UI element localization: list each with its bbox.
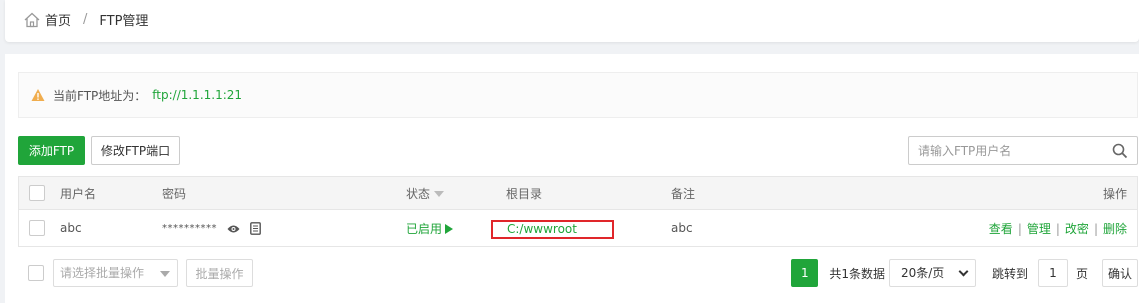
breadcrumb-separator: /	[83, 12, 88, 27]
eye-icon[interactable]	[227, 224, 240, 234]
row-actions: 查看 | 管理 | 改密 | 删除	[988, 221, 1127, 236]
row-root-path[interactable]: C:/wwwroot	[491, 220, 614, 239]
batch-select-placeholder: 请选择批量操作	[60, 266, 145, 280]
row-checkbox[interactable]	[29, 220, 45, 236]
header-ops: 操作	[1102, 186, 1127, 201]
search-input[interactable]	[909, 137, 1112, 164]
jump-page-input[interactable]: 1	[1037, 259, 1068, 287]
breadcrumb-current: FTP管理	[99, 14, 149, 29]
table-row: abc ********** 已启用 C:/wwwroot abc 查看 | 管理 |…	[19, 210, 1137, 246]
edit-ftp-port-button[interactable]: 修改FTP端口	[91, 136, 180, 165]
batch-operation-select[interactable]: 请选择批量操作	[53, 259, 178, 287]
view-link[interactable]: 查看	[989, 222, 1013, 236]
header-root: 根目录	[506, 186, 543, 201]
total-count: 共1条数据	[829, 266, 885, 281]
copy-icon[interactable]	[249, 222, 261, 235]
delete-link[interactable]: 删除	[1103, 222, 1127, 236]
row-password: **********	[162, 223, 217, 234]
current-page[interactable]: 1	[791, 259, 819, 287]
play-icon	[445, 224, 454, 234]
top-bar: 首页 / FTP管理	[5, 0, 1139, 42]
select-all-checkbox[interactable]	[29, 185, 45, 201]
row-note[interactable]: abc	[671, 221, 693, 235]
ftp-url: ftp://1.1.1.1:21	[152, 88, 243, 102]
row-password-cell: **********	[162, 221, 261, 235]
breadcrumb-home[interactable]: 首页	[45, 10, 71, 29]
row-status-label: 已启用	[406, 221, 443, 236]
header-username: 用户名	[60, 186, 97, 201]
header-password: 密码	[162, 186, 187, 201]
header-status[interactable]: 状态	[406, 185, 445, 202]
manage-link[interactable]: 管理	[1027, 222, 1051, 236]
batch-operation-button[interactable]: 批量操作	[186, 259, 253, 287]
chevron-down-icon	[958, 266, 969, 277]
footer-select-all-checkbox[interactable]	[28, 265, 44, 281]
header-status-label: 状态	[406, 186, 431, 201]
breadcrumb: 首页 / FTP管理	[23, 10, 148, 29]
row-username: abc	[60, 221, 82, 235]
page-size-select[interactable]: 20条/页	[888, 259, 976, 287]
table-header: 用户名 密码 状态 根目录 备注 操作	[19, 177, 1137, 210]
caret-down-icon	[160, 271, 170, 277]
confirm-jump-button[interactable]: 确认	[1102, 259, 1138, 287]
alert-label: 当前FTP地址为：	[53, 88, 147, 103]
pagination: 1 共1条数据 20条/页 跳转到 1 页 确认	[791, 259, 1138, 287]
warning-icon	[31, 89, 45, 101]
change-password-link[interactable]: 改密	[1065, 222, 1089, 236]
search-icon[interactable]	[1112, 143, 1128, 159]
sort-down-icon[interactable]	[434, 191, 445, 197]
search-box	[908, 136, 1138, 165]
page-unit: 页	[1075, 266, 1088, 281]
home-icon[interactable]	[23, 11, 41, 29]
jump-label: 跳转到	[991, 266, 1028, 281]
row-status-toggle[interactable]: 已启用	[406, 220, 454, 237]
ftp-address-alert: 当前FTP地址为： ftp://1.1.1.1:21	[18, 72, 1138, 118]
ftp-table: 用户名 密码 状态 根目录 备注 操作 abc ********** 已启用 C…	[18, 176, 1138, 247]
page-size-value: 20条/页	[900, 266, 945, 280]
main-panel: 当前FTP地址为： ftp://1.1.1.1:21 添加FTP 修改FTP端口…	[5, 54, 1139, 303]
table-footer: 请选择批量操作 批量操作 1 共1条数据 20条/页 跳转到 1 页 确认	[18, 259, 1138, 287]
add-ftp-button[interactable]: 添加FTP	[18, 136, 85, 165]
header-note: 备注	[671, 186, 696, 201]
